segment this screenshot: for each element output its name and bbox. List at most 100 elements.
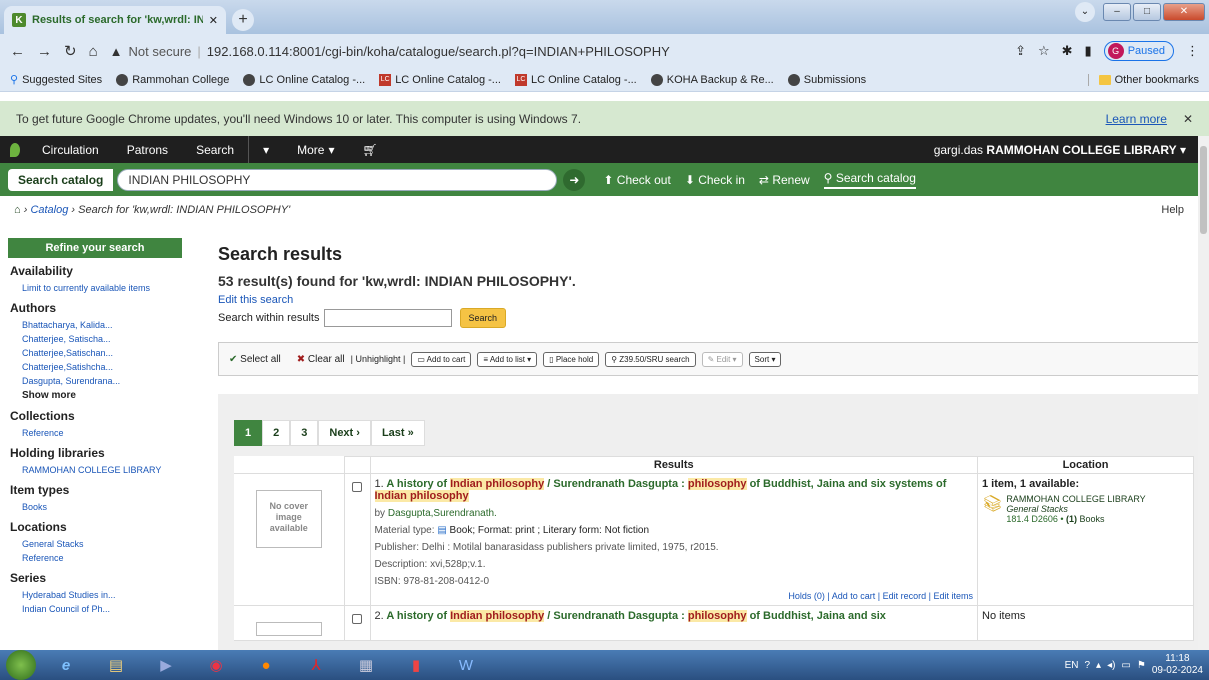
- profile-button[interactable]: G Paused: [1103, 41, 1174, 61]
- bookmark-lc-catalog-2[interactable]: LC LC Online Catalog -...: [379, 73, 501, 86]
- new-tab-button[interactable]: +: [232, 9, 254, 31]
- page-2[interactable]: 2: [262, 420, 291, 446]
- select-result-checkbox[interactable]: [352, 482, 362, 492]
- close-tab-icon[interactable]: ✕: [209, 14, 218, 27]
- close-window-button[interactable]: ✕: [1163, 3, 1205, 21]
- bookmark-rammohan-college[interactable]: Rammohan College: [116, 73, 229, 86]
- forward-icon[interactable]: →: [37, 43, 52, 60]
- other-bookmarks[interactable]: Other bookmarks: [1087, 73, 1199, 86]
- url-field[interactable]: ▲ Not secure | 192.168.0.114:8001/cgi-bi…: [110, 44, 1003, 59]
- check-out-link[interactable]: ⬆ Check out: [603, 173, 670, 187]
- sidepanel-icon[interactable]: ▮: [1085, 43, 1092, 59]
- bookmark-lc-catalog-3[interactable]: LC LC Online Catalog -...: [514, 73, 637, 86]
- bookmark-lc-catalog-1[interactable]: LC Online Catalog -...: [243, 73, 365, 86]
- check-in-link[interactable]: ⬇ Check in: [685, 173, 745, 187]
- facet-item[interactable]: Indian Council of Ph...: [8, 602, 182, 616]
- facet-item[interactable]: Chatterjee,Satischan...: [8, 346, 182, 360]
- volume-icon[interactable]: ◂): [1107, 660, 1115, 671]
- file-explorer-icon[interactable]: ▤: [96, 651, 136, 679]
- facet-item[interactable]: Reference: [8, 551, 182, 565]
- page-scrollbar[interactable]: [1198, 136, 1209, 650]
- facet-item[interactable]: Reference: [8, 426, 182, 440]
- language-indicator[interactable]: EN: [1065, 660, 1079, 671]
- facet-item[interactable]: Chatterjee,Satishcha...: [8, 360, 182, 374]
- place-hold-button[interactable]: ▯ Place hold: [543, 351, 600, 367]
- bookmark-koha-backup[interactable]: KOHA Backup & Re...: [650, 73, 774, 86]
- facet-item[interactable]: RAMMOHAN COLLEGE LIBRARY: [8, 463, 182, 477]
- bookmark-suggested-sites[interactable]: ⚲ Suggested Sites: [10, 73, 102, 87]
- clear-all-link[interactable]: ✖ Clear all: [297, 354, 345, 365]
- unhighlight-link[interactable]: | Unhighlight |: [351, 354, 406, 364]
- word-icon[interactable]: W: [446, 651, 486, 679]
- search-within-input[interactable]: [323, 309, 452, 327]
- facet-item[interactable]: Dasgupta, Surendrana...: [8, 374, 182, 388]
- koha-logo-icon[interactable]: [10, 142, 20, 157]
- facet-item[interactable]: Limit to currently available items: [8, 281, 182, 295]
- nav-patrons[interactable]: Patrons: [113, 136, 182, 163]
- media-player-icon[interactable]: ▶: [146, 651, 186, 679]
- extensions-icon[interactable]: ✱: [1062, 43, 1073, 59]
- breadcrumb-catalog[interactable]: Catalog: [30, 204, 68, 216]
- bookmark-submissions[interactable]: Submissions: [787, 73, 866, 86]
- select-all-link[interactable]: ✔ Select all: [229, 354, 281, 365]
- facet-item[interactable]: General Stacks: [8, 537, 182, 551]
- nav-more[interactable]: More ▾: [283, 136, 348, 163]
- search-dropdown-caret-icon[interactable]: ▾: [249, 136, 283, 163]
- author-link[interactable]: Dasgupta,Surendranath.: [388, 508, 497, 519]
- clock[interactable]: 11:18 09-02-2024: [1152, 653, 1203, 677]
- chrome-icon[interactable]: ◉: [196, 651, 236, 679]
- browser-tab[interactable]: K Results of search for 'kw,wrdl: IN ✕: [4, 6, 226, 34]
- acrobat-icon[interactable]: ⅄: [296, 651, 336, 679]
- nav-search[interactable]: Search: [182, 136, 248, 163]
- home-icon[interactable]: ⌂: [89, 43, 98, 60]
- tab-search-icon[interactable]: ⌄: [1075, 2, 1095, 22]
- cart-icon[interactable]: 🛒︎: [349, 136, 392, 163]
- start-button[interactable]: [6, 650, 36, 680]
- add-to-cart-button[interactable]: ▭ Add to cart: [411, 351, 472, 367]
- minimize-button[interactable]: –: [1103, 3, 1131, 21]
- renew-link[interactable]: ⇄ Renew: [759, 173, 810, 187]
- page-last[interactable]: Last »: [370, 420, 425, 446]
- catalog-search-input[interactable]: [117, 168, 558, 191]
- sort-dropdown-button[interactable]: Sort ▾: [748, 351, 782, 367]
- close-infobar-icon[interactable]: ✕: [1183, 112, 1193, 126]
- help-link[interactable]: Help: [1161, 204, 1184, 216]
- page-3[interactable]: 3: [290, 420, 319, 446]
- page-1[interactable]: 1: [234, 420, 263, 446]
- search-within-button[interactable]: Search: [459, 308, 507, 328]
- add-to-list-button[interactable]: ≡ Add to list ▾: [477, 351, 538, 367]
- edit-dropdown-button[interactable]: ✎ Edit ▾: [701, 351, 743, 367]
- help-icon[interactable]: ?: [1084, 660, 1090, 671]
- facet-item[interactable]: Hyderabad Studies in...: [8, 588, 182, 602]
- submit-search-arrow-icon[interactable]: ➜: [563, 168, 586, 191]
- action-center-flag-icon[interactable]: ⚑: [1137, 660, 1146, 671]
- star-icon[interactable]: ☆: [1038, 43, 1050, 59]
- scrollbar-thumb[interactable]: [1200, 146, 1207, 234]
- user-menu[interactable]: gargi.das RAMMOHAN COLLEGE LIBRARY ▾: [934, 143, 1198, 157]
- facet-item[interactable]: Chatterjee, Satischa...: [8, 332, 182, 346]
- facet-item[interactable]: Bhattacharya, Kalida...: [8, 318, 182, 332]
- menu-icon[interactable]: ⋮: [1186, 43, 1199, 59]
- calculator-icon[interactable]: ▦: [346, 651, 386, 679]
- maximize-button[interactable]: □: [1133, 3, 1161, 21]
- reload-icon[interactable]: ↻: [64, 42, 77, 60]
- z3950-search-button[interactable]: ⚲ Z39.50/SRU search: [605, 351, 696, 367]
- share-icon[interactable]: ⇪: [1015, 43, 1026, 59]
- page-next[interactable]: Next ›: [318, 420, 371, 446]
- search-catalog-link[interactable]: ⚲ Search catalog: [823, 171, 916, 189]
- result-title[interactable]: 1. A history of Indian philosophy / Sure…: [374, 478, 974, 502]
- show-hidden-icons-icon[interactable]: ▴: [1096, 660, 1101, 671]
- network-icon[interactable]: ▭: [1121, 660, 1130, 671]
- ie-icon[interactable]: e: [46, 651, 86, 679]
- edit-search-link[interactable]: Edit this search: [218, 294, 1198, 306]
- show-more-link[interactable]: Show more: [8, 388, 182, 403]
- home-icon[interactable]: ⌂: [14, 204, 21, 216]
- search-catalog-tab[interactable]: Search catalog: [8, 168, 114, 191]
- nav-circulation[interactable]: Circulation: [28, 136, 113, 163]
- select-result-checkbox[interactable]: [352, 614, 362, 624]
- result-title[interactable]: 2. A history of Indian philosophy / Sure…: [375, 610, 974, 622]
- firefox-icon[interactable]: ●: [246, 651, 286, 679]
- result-actions[interactable]: Holds (0) | Add to cart | Edit record | …: [375, 591, 973, 601]
- learn-more-link[interactable]: Learn more: [1106, 112, 1167, 126]
- pdf-icon[interactable]: ▮: [396, 651, 436, 679]
